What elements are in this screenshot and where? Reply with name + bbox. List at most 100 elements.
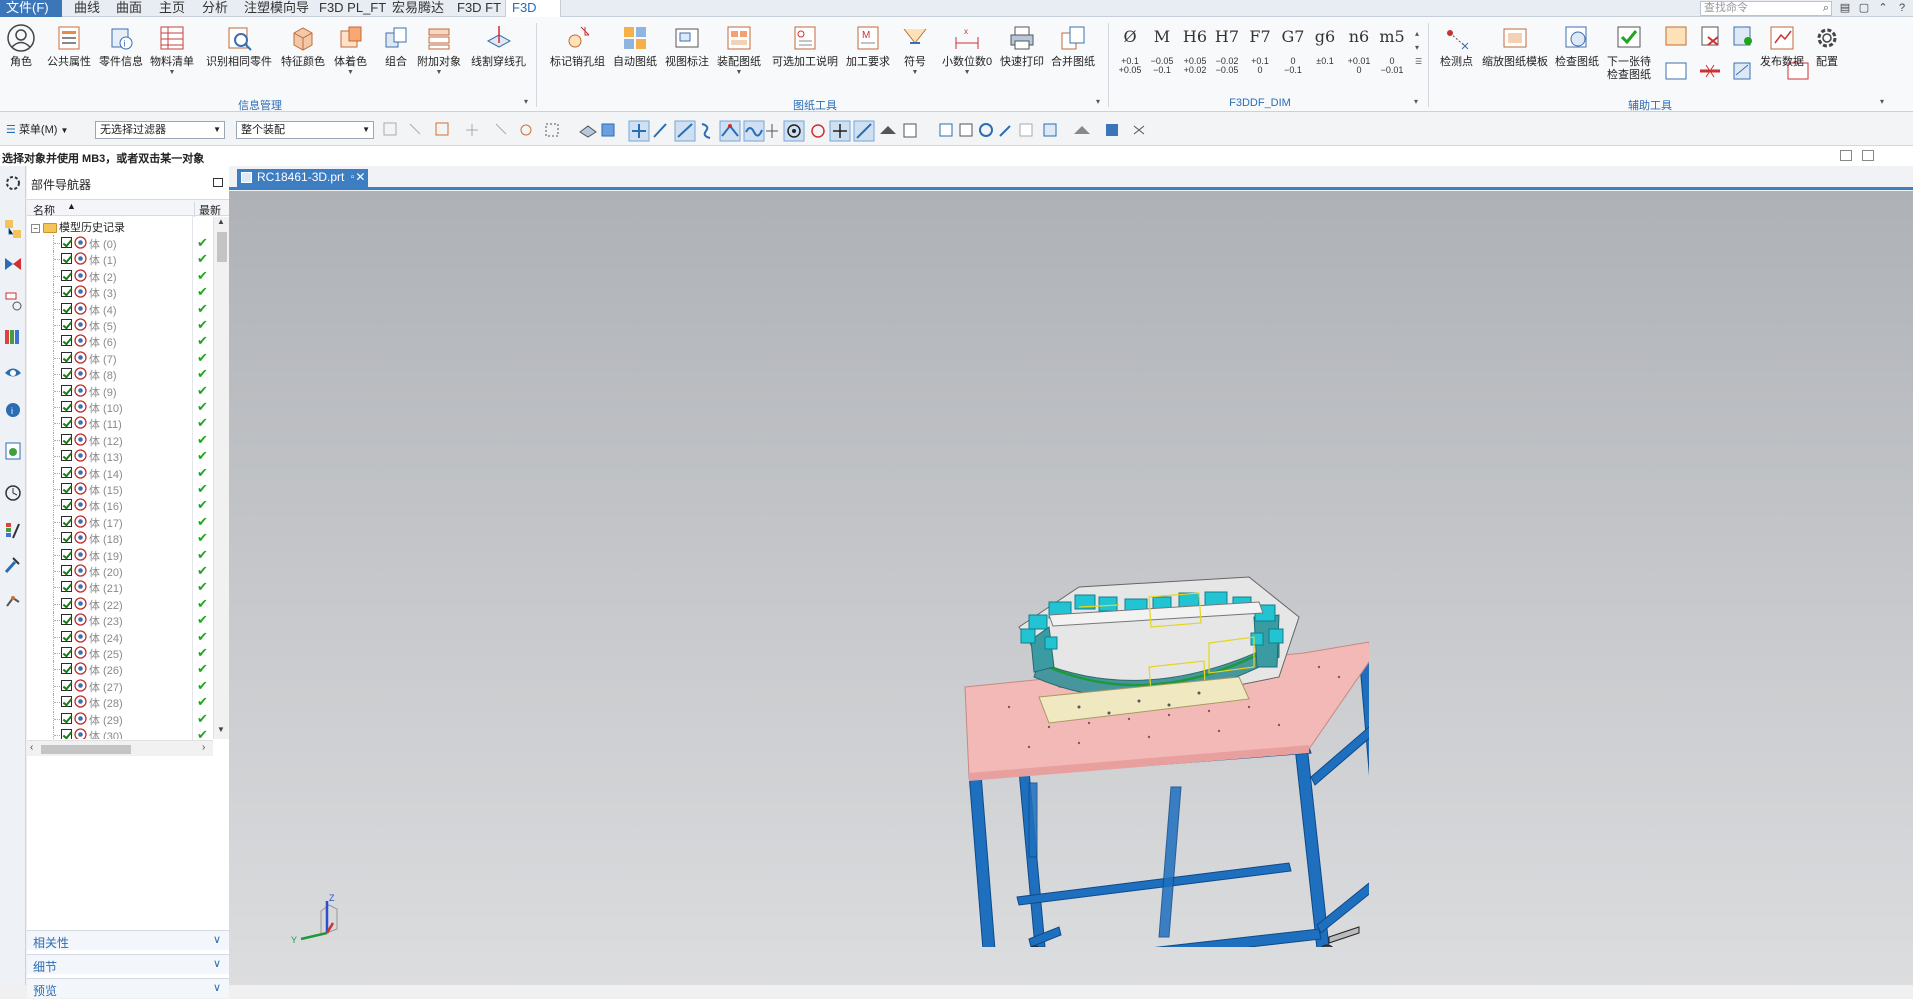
- role-button[interactable]: 角色: [6, 23, 36, 69]
- tree-row[interactable]: 体 (15) ✔: [27, 481, 213, 497]
- group-expand-icon[interactable]: ▾: [1414, 97, 1418, 106]
- visibility-checkbox[interactable]: [61, 483, 72, 494]
- tree-row[interactable]: 体 (5) ✔: [27, 317, 213, 333]
- visibility-checkbox[interactable]: [61, 729, 72, 739]
- visibility-checkbox[interactable]: [61, 368, 72, 380]
- visibility-checkbox[interactable]: [61, 417, 72, 429]
- visibility-checkbox[interactable]: [61, 663, 72, 675]
- visibility-checkbox[interactable]: [61, 712, 72, 724]
- combine-button[interactable]: 组合: [381, 23, 411, 69]
- tab-f3d-ft[interactable]: F3D FT: [451, 0, 507, 17]
- tree-row[interactable]: 体 (6) ✔: [27, 333, 213, 350]
- auto-drawing-button[interactable]: 自动图纸: [613, 23, 657, 69]
- common-attributes-button[interactable]: 公共属性: [47, 23, 91, 69]
- view-annotation-button[interactable]: 视图标注: [665, 23, 709, 69]
- scroll-left-icon[interactable]: ‹: [30, 742, 33, 753]
- column-name[interactable]: 名称: [33, 202, 55, 218]
- bom-button[interactable]: 物料清单 ▼: [150, 23, 194, 76]
- visibility-checkbox[interactable]: [61, 433, 72, 445]
- visibility-checkbox[interactable]: [61, 581, 72, 593]
- tree-row[interactable]: 体 (27) ✔: [27, 677, 213, 694]
- visibility-checkbox[interactable]: [61, 466, 72, 478]
- tolerance-button[interactable]: F7 +0.1 0: [1245, 27, 1275, 75]
- part-info-button[interactable]: i 零件信息: [99, 23, 143, 69]
- scroll-up-icon[interactable]: ▲: [217, 217, 225, 226]
- visibility-checkbox[interactable]: [61, 351, 72, 363]
- tab-f3d-df[interactable]: F3D DF: [505, 0, 561, 31]
- publish-data-button[interactable]: 发布数据: [1760, 23, 1804, 69]
- tree-row[interactable]: 体 (9) ✔: [27, 382, 213, 399]
- tree-row[interactable]: 体 (22) ✔: [27, 595, 213, 612]
- tab-mold-wizard[interactable]: 注塑模向导: [238, 0, 315, 17]
- optional-process-note-button[interactable]: 可选加工说明: [772, 23, 838, 69]
- scroll-thumb[interactable]: [217, 232, 227, 262]
- tab-home[interactable]: 主页: [153, 0, 191, 17]
- next-pending-check-button[interactable]: 下一张待 检查图纸: [1607, 23, 1651, 82]
- decimal-places-button[interactable]: x 小数位数0 ▼: [942, 23, 992, 76]
- tree-row[interactable]: 体 (29) ✔: [27, 710, 213, 727]
- command-search-input[interactable]: 查找命令 ⌕: [1700, 1, 1832, 16]
- visibility-checkbox[interactable]: [61, 253, 72, 265]
- scroll-down-icon[interactable]: ▼: [217, 725, 225, 734]
- tree-row[interactable]: 体 (23) ✔: [27, 612, 213, 629]
- document-tab[interactable]: RC18461-3D.prt ▫ ✕: [237, 169, 369, 187]
- minimize-icon[interactable]: [1840, 150, 1852, 161]
- tree-row[interactable]: 体 (30) ✔: [27, 727, 213, 739]
- mark-pin-hole-button[interactable]: 标记销孔组: [550, 23, 605, 69]
- visibility-checkbox[interactable]: [61, 679, 72, 691]
- scroll-right-icon[interactable]: ›: [202, 742, 205, 753]
- tab-f3d-pl-ft[interactable]: F3D PL_FT: [313, 0, 392, 17]
- model-history-node[interactable]: − 模型历史记录: [31, 219, 125, 235]
- tree-row[interactable]: 体 (20) ✔: [27, 563, 213, 579]
- ribbon-options-icon[interactable]: ▤: [1836, 0, 1854, 17]
- group-expand-icon[interactable]: ▾: [1096, 97, 1100, 106]
- visibility-checkbox[interactable]: [61, 286, 72, 298]
- visibility-checkbox[interactable]: [61, 515, 72, 527]
- visibility-checkbox[interactable]: [61, 237, 72, 248]
- history-icon[interactable]: [3, 482, 23, 504]
- tab-file[interactable]: 文件(F): [0, 0, 62, 17]
- restore-icon[interactable]: ▢: [1855, 0, 1873, 17]
- tree-row[interactable]: 体 (4) ✔: [27, 300, 213, 317]
- check-drawing-button[interactable]: 检查图纸: [1555, 23, 1599, 69]
- info-icon[interactable]: i: [3, 398, 23, 420]
- visibility-checkbox[interactable]: [61, 696, 72, 708]
- graphics-viewport[interactable]: Z Y: [289, 191, 1913, 985]
- visibility-checkbox[interactable]: [61, 565, 72, 576]
- selection-toolbar-icons[interactable]: [380, 118, 1280, 142]
- sort-ascending-icon[interactable]: ▲: [67, 201, 76, 211]
- pin-icon[interactable]: ▫: [351, 169, 355, 186]
- visibility-checkbox[interactable]: [61, 647, 72, 658]
- panel-dependencies[interactable]: 相关性 ∨: [27, 930, 229, 950]
- tree-row[interactable]: 体 (8) ✔: [27, 366, 213, 383]
- collapse-toggle-icon[interactable]: −: [31, 223, 40, 233]
- tab-hongyi[interactable]: 宏易腾达: [386, 0, 450, 17]
- visibility-checkbox[interactable]: [61, 597, 72, 609]
- tree-row[interactable]: 体 (19) ✔: [27, 546, 213, 563]
- feature-color-button[interactable]: 特征颜色: [281, 23, 325, 69]
- collapse-ribbon-icon[interactable]: ⌃: [1874, 0, 1892, 17]
- tab-surface[interactable]: 曲面: [110, 0, 148, 17]
- tree-row[interactable]: 体 (7) ✔: [27, 349, 213, 366]
- restore-icon[interactable]: [1862, 150, 1874, 161]
- group-expand-icon[interactable]: ▾: [524, 97, 528, 106]
- tree-row[interactable]: 体 (2) ✔: [27, 267, 213, 284]
- tab-curve[interactable]: 曲线: [68, 0, 106, 17]
- visibility-checkbox[interactable]: [61, 532, 72, 544]
- visibility-checkbox[interactable]: [61, 401, 72, 412]
- tool-icon[interactable]: [3, 554, 23, 576]
- reuse-library-icon[interactable]: [3, 326, 23, 348]
- tolerance-button[interactable]: H7 −0.02 −0.05: [1212, 27, 1242, 75]
- scale-template-button[interactable]: 缩放图纸模板: [1482, 23, 1548, 69]
- tree-row[interactable]: 体 (26) ✔: [27, 661, 213, 678]
- tree-row[interactable]: 体 (11) ✔: [27, 415, 213, 432]
- close-icon[interactable]: ✕: [355, 169, 365, 186]
- robot-icon[interactable]: [3, 588, 23, 610]
- visibility-checkbox[interactable]: [61, 499, 72, 511]
- tree-row[interactable]: 体 (25) ✔: [27, 645, 213, 661]
- identify-same-parts-button[interactable]: 识别相同零件: [206, 23, 272, 69]
- tolerance-button[interactable]: M −0.05 −0.1: [1147, 27, 1177, 75]
- tolerance-button[interactable]: g6 ±0.1: [1310, 27, 1340, 66]
- visibility-checkbox[interactable]: [61, 548, 72, 560]
- tree-row[interactable]: 体 (18) ✔: [27, 530, 213, 547]
